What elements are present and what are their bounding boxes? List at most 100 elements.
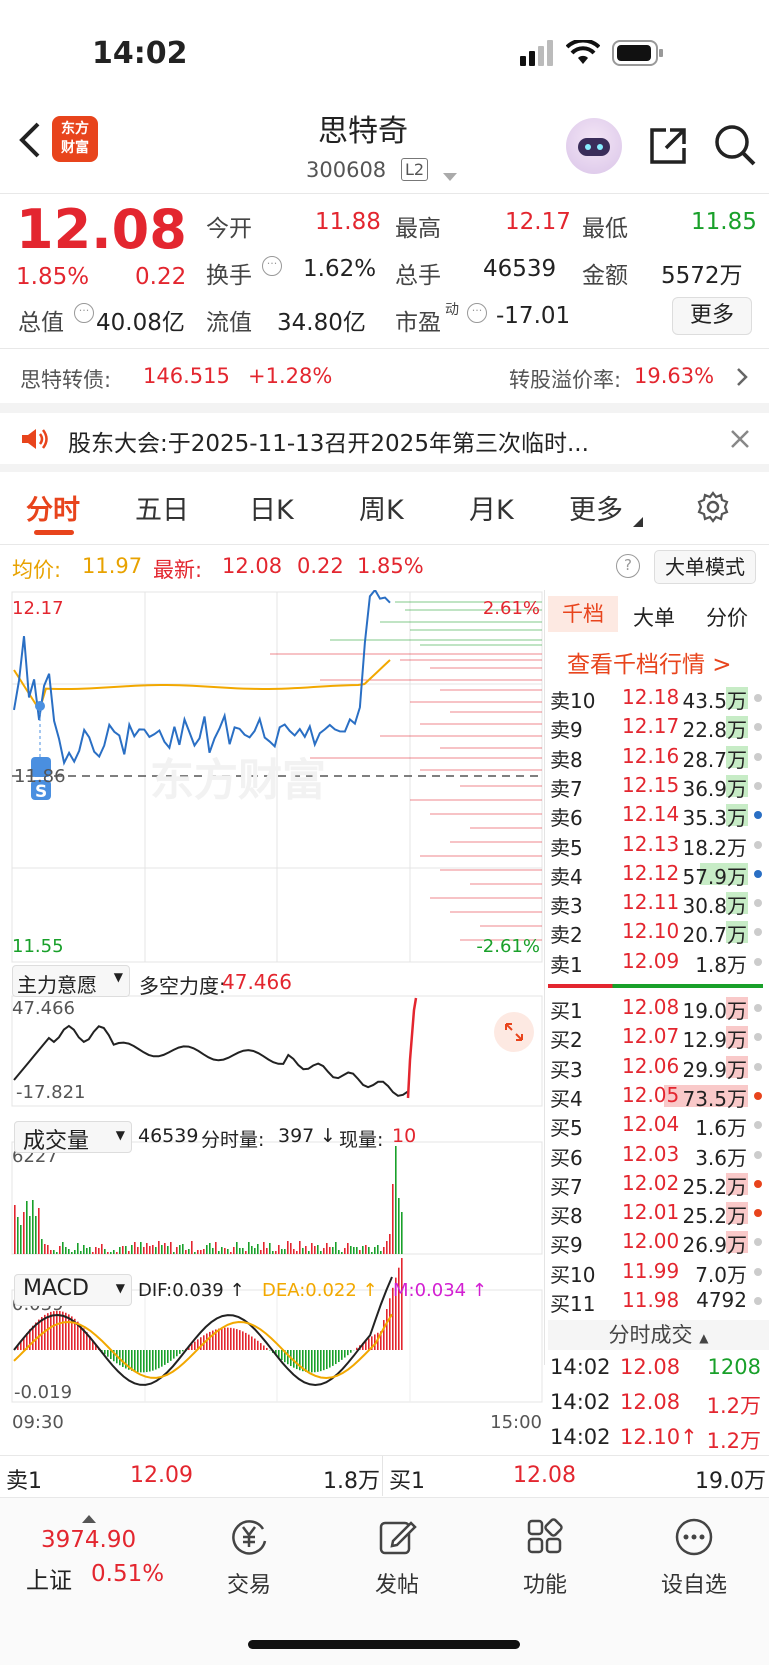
mktcap-value: 40.08亿 xyxy=(96,310,185,336)
big-order-mode-button[interactable]: 大单模式 xyxy=(654,550,756,584)
volume-bar xyxy=(44,1244,46,1254)
macd-bar xyxy=(53,1311,55,1350)
share-icon[interactable] xyxy=(646,124,690,172)
tab-five-day[interactable]: 五日 xyxy=(135,488,189,527)
volume-bar xyxy=(395,1146,397,1254)
macd-bar xyxy=(242,1331,244,1350)
premium-value: 19.63% xyxy=(634,364,715,388)
tab-intraday[interactable]: 分时 xyxy=(26,488,80,527)
ask-row[interactable]: 卖10 12.18 43.5万 xyxy=(548,683,769,713)
volume-bar xyxy=(353,1247,355,1254)
amount-value: 5572万 xyxy=(661,263,743,289)
watchlist-label: 设自选 xyxy=(660,1573,727,1598)
trade-price: 12.08 xyxy=(620,1390,681,1414)
help-icon[interactable]: ? xyxy=(616,554,640,578)
bid-row[interactable]: 买1 12.08 19.0万 xyxy=(548,993,769,1023)
watchlist-button[interactable]: 设自选 xyxy=(619,1515,769,1599)
tab-more[interactable]: 更多 xyxy=(569,488,623,527)
strength-selector[interactable]: 主力意愿 ▼ xyxy=(12,965,130,997)
latest-value: 12.08 xyxy=(222,554,283,578)
bid-volume: 12.9万 xyxy=(682,1028,747,1053)
bid-row[interactable]: 买9 12.00 26.9万 xyxy=(548,1227,769,1257)
macd-bar xyxy=(170,1350,172,1361)
post-button[interactable]: 发帖 xyxy=(322,1515,472,1599)
ask-row[interactable]: 卖1 12.09 1.8万 xyxy=(548,947,769,977)
ask-price: 12.15 xyxy=(622,772,680,797)
ask-row[interactable]: 卖7 12.15 36.9万 xyxy=(548,771,769,801)
volume-bar xyxy=(50,1250,52,1254)
macd-bar xyxy=(305,1350,307,1372)
close-notice-icon[interactable] xyxy=(729,428,751,454)
tab-week-k[interactable]: 周K xyxy=(359,488,404,527)
back-icon[interactable] xyxy=(14,120,44,164)
pe-info-icon[interactable]: ··· xyxy=(467,303,487,323)
avg-label: 均价: xyxy=(12,558,62,582)
bid-row[interactable]: 买6 12.03 3.6万 xyxy=(548,1140,769,1170)
bid-row[interactable]: 买4 12.05 73.5万 xyxy=(548,1081,769,1111)
bid-row[interactable]: 买5 12.04 1.6万 xyxy=(548,1110,769,1140)
code-dropdown-icon[interactable] xyxy=(443,168,457,187)
turnover-info-icon[interactable]: ··· xyxy=(262,256,282,276)
volume-bar xyxy=(392,1184,394,1254)
volume-bar xyxy=(371,1252,373,1254)
macd-bar xyxy=(65,1312,67,1350)
bid-row[interactable]: 买10 11.99 7.0万 xyxy=(548,1257,769,1287)
volume-bar xyxy=(179,1245,181,1254)
tab-price-dist[interactable]: 分价 xyxy=(706,602,748,632)
trade-vol: 1.2万 xyxy=(706,1429,761,1453)
tab-big-order[interactable]: 大单 xyxy=(633,602,675,632)
ask-row[interactable]: 卖5 12.13 18.2万 xyxy=(548,830,769,860)
watermark: 东方财富 xyxy=(150,755,326,806)
macd-bar xyxy=(257,1340,259,1350)
pct-axis-top: 2.61% xyxy=(483,598,540,619)
volume-bar xyxy=(131,1245,133,1254)
level-badge[interactable]: L2 xyxy=(401,158,429,181)
macd-bar xyxy=(179,1350,181,1354)
search-icon[interactable] xyxy=(712,122,760,174)
volume-bar xyxy=(164,1243,166,1254)
status-time: 14:02 xyxy=(92,36,188,71)
trades-header[interactable]: 分时成交 ▲ xyxy=(548,1320,769,1350)
intraday-chart[interactable]: 东方财富 S 12.17 11.86 11.55 2.61% -2.61% 47… xyxy=(0,590,548,1440)
bid-row[interactable]: 买7 12.02 25.2万 xyxy=(548,1169,769,1199)
ask-row[interactable]: 卖8 12.16 28.7万 xyxy=(548,742,769,772)
bid-row[interactable]: 买2 12.07 12.9万 xyxy=(548,1022,769,1053)
ask-row[interactable]: 卖2 12.10 20.7万 xyxy=(548,917,769,947)
tab-day-k[interactable]: 日K xyxy=(249,488,294,527)
volume-bar xyxy=(59,1246,61,1254)
ask-row[interactable]: 卖9 12.17 22.8万 xyxy=(548,712,769,742)
trade-button[interactable]: 交易 xyxy=(174,1515,324,1599)
bond-name[interactable]: 思特转债: xyxy=(20,364,111,394)
orderbook-link[interactable]: 查看千档行情 > xyxy=(567,645,732,679)
ask-row[interactable]: 卖3 12.11 30.8万 xyxy=(548,888,769,918)
bid-row[interactable]: 买8 12.01 25.2万 xyxy=(548,1198,769,1228)
bid-price: 12.05 xyxy=(622,1082,680,1107)
volume-selector[interactable]: 成交量 ▼ xyxy=(14,1121,132,1154)
volume-bar xyxy=(89,1247,91,1254)
notice-text[interactable]: 股东大会:于2025-11-13召开2025年第三次临时... xyxy=(68,424,680,458)
bond-chevron-icon[interactable] xyxy=(735,366,749,392)
index-value[interactable]: 3974.90 xyxy=(41,1527,136,1553)
latest-change: 0.22 xyxy=(297,554,344,578)
expand-icon[interactable] xyxy=(494,1012,534,1052)
index-name[interactable]: 上证 xyxy=(26,1561,72,1595)
ask-row[interactable]: 卖6 12.14 35.3万 xyxy=(548,800,769,830)
tab-thousand-level[interactable]: 千档 xyxy=(548,596,618,632)
macd-bar xyxy=(149,1350,151,1372)
macd-bar xyxy=(50,1311,52,1350)
settings-gear-icon[interactable] xyxy=(696,490,730,528)
bid-row[interactable]: 买3 12.06 29.9万 xyxy=(548,1052,769,1082)
bid-row[interactable]: 买11 11.98 4792 xyxy=(548,1286,769,1316)
volume-bar xyxy=(254,1248,256,1254)
macd-selector[interactable]: MACD ▼ xyxy=(14,1274,132,1306)
robot-avatar-icon[interactable] xyxy=(566,118,622,174)
mktcap-info-icon[interactable]: ··· xyxy=(74,303,94,323)
function-button[interactable]: 功能 xyxy=(470,1515,620,1599)
more-button[interactable]: 更多 xyxy=(672,297,752,335)
index-pct[interactable]: 0.51% xyxy=(91,1561,164,1587)
strength-axis-top: 47.466 xyxy=(12,998,75,1019)
ask-row[interactable]: 卖4 12.12 57.9万 xyxy=(548,859,769,889)
volume-bar xyxy=(248,1242,250,1254)
volume-bar xyxy=(20,1225,22,1254)
tab-month-k[interactable]: 月K xyxy=(469,488,514,527)
